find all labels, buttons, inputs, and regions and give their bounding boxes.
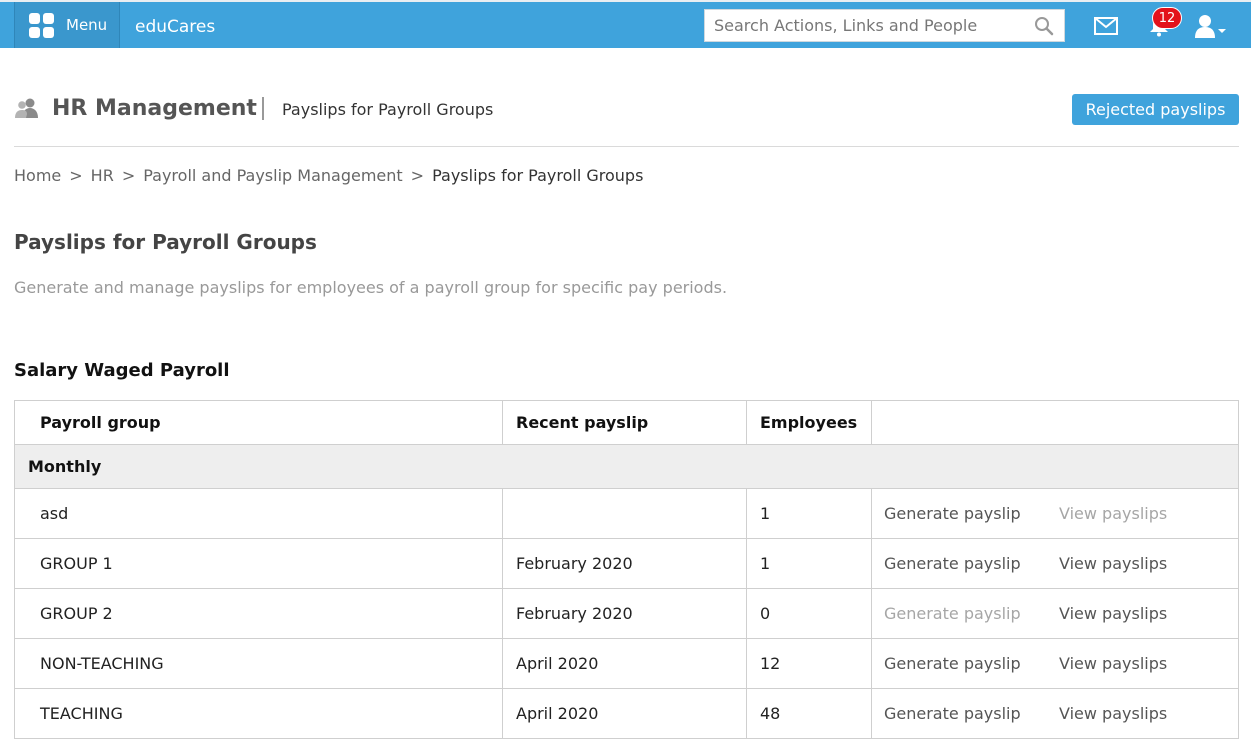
menu-grid-icon: [29, 13, 54, 38]
payroll-groups-table: Payroll group Recent payslip Employees M…: [14, 400, 1239, 739]
employee-count-cell: 1: [746, 488, 872, 539]
section-title: Salary Waged Payroll: [14, 360, 230, 381]
top-navigation-bar: Menu eduCares 12: [0, 0, 1251, 48]
recent-payslip-cell: [502, 488, 747, 539]
app-name-link[interactable]: eduCares: [135, 17, 215, 37]
view-payslips-link[interactable]: View payslips: [1059, 704, 1167, 723]
page-title: Payslips for Payroll Groups: [14, 230, 317, 254]
actions-cell: Generate payslip View payslips: [871, 488, 1239, 539]
view-payslips-link: View payslips: [1059, 504, 1168, 523]
generate-payslip-link[interactable]: Generate payslip: [884, 704, 1059, 723]
search-input[interactable]: [705, 10, 1025, 41]
actions-cell: Generate payslip View payslips: [871, 638, 1239, 689]
search-icon[interactable]: [1034, 16, 1054, 36]
mail-icon[interactable]: [1094, 17, 1118, 35]
table-row: GROUP 1 February 2020 1 Generate payslip Vie…: [14, 538, 1239, 589]
title-separator: [262, 97, 264, 120]
hr-people-icon: [15, 98, 38, 118]
employee-count-cell: 12: [746, 638, 872, 689]
table-row: TEACHING April 2020 48 Generate payslip View…: [14, 688, 1239, 739]
breadcrumb-payroll-management[interactable]: Payroll and Payslip Management: [143, 166, 402, 185]
column-header-employees: Employees: [746, 400, 872, 445]
payroll-group-name: NON-TEACHING: [14, 638, 503, 689]
actions-cell: Generate payslip View payslips: [871, 688, 1239, 739]
view-payslips-link[interactable]: View payslips: [1059, 654, 1167, 673]
breadcrumb-current: Payslips for Payroll Groups: [432, 166, 644, 185]
header-divider: [14, 146, 1239, 147]
table-header-row: Payroll group Recent payslip Employees: [14, 400, 1239, 445]
view-payslips-link[interactable]: View payslips: [1059, 554, 1167, 573]
employee-count-cell: 48: [746, 688, 872, 739]
recent-payslip-cell: February 2020: [502, 538, 747, 589]
module-title: HR Management: [52, 96, 257, 121]
payroll-group-name: GROUP 1: [14, 538, 503, 589]
payroll-group-name: GROUP 2: [14, 588, 503, 639]
generate-payslip-link[interactable]: Generate payslip: [884, 654, 1059, 673]
search-box: [704, 9, 1065, 42]
actions-cell: Generate payslip View payslips: [871, 588, 1239, 639]
employee-count-cell: 0: [746, 588, 872, 639]
employee-count-cell: 1: [746, 538, 872, 589]
generate-payslip-link[interactable]: Generate payslip: [884, 554, 1059, 573]
breadcrumb-home[interactable]: Home: [14, 166, 61, 185]
module-subtitle: Payslips for Payroll Groups: [282, 100, 494, 119]
view-payslips-link[interactable]: View payslips: [1059, 604, 1167, 623]
recent-payslip-cell: April 2020: [502, 688, 747, 739]
group-label: Monthly: [14, 444, 1239, 489]
table-row: NON-TEACHING April 2020 12 Generate payslip…: [14, 638, 1239, 689]
table-row: asd 1 Generate payslip View payslips: [14, 488, 1239, 539]
actions-cell: Generate payslip View payslips: [871, 538, 1239, 589]
breadcrumb-separator: >: [69, 166, 83, 185]
menu-label: Menu: [66, 16, 108, 34]
column-header-payroll-group: Payroll group: [14, 400, 503, 445]
rejected-payslips-button[interactable]: Rejected payslips: [1072, 94, 1239, 125]
column-header-recent-payslip: Recent payslip: [502, 400, 747, 445]
group-row: Monthly: [14, 444, 1239, 489]
table-row: GROUP 2 February 2020 0 Generate payslip Vie…: [14, 588, 1239, 639]
breadcrumb-separator: >: [410, 166, 425, 185]
recent-payslip-cell: April 2020: [502, 638, 747, 689]
recent-payslip-cell: February 2020: [502, 588, 747, 639]
notification-badge: 12: [1152, 7, 1182, 29]
breadcrumb-separator: >: [121, 166, 136, 185]
generate-payslip-link: Generate payslip: [884, 604, 1021, 623]
menu-button[interactable]: Menu: [14, 2, 120, 48]
payroll-group-name: asd: [14, 488, 503, 539]
breadcrumb-hr[interactable]: HR: [91, 166, 114, 185]
column-header-actions: [871, 400, 1239, 445]
user-icon[interactable]: [1194, 14, 1228, 38]
payroll-group-name: TEACHING: [14, 688, 503, 739]
breadcrumb: Home > HR > Payroll and Payslip Management > P…: [14, 166, 643, 185]
page-description: Generate and manage payslips for employe…: [14, 278, 728, 297]
generate-payslip-link[interactable]: Generate payslip: [884, 504, 1059, 523]
